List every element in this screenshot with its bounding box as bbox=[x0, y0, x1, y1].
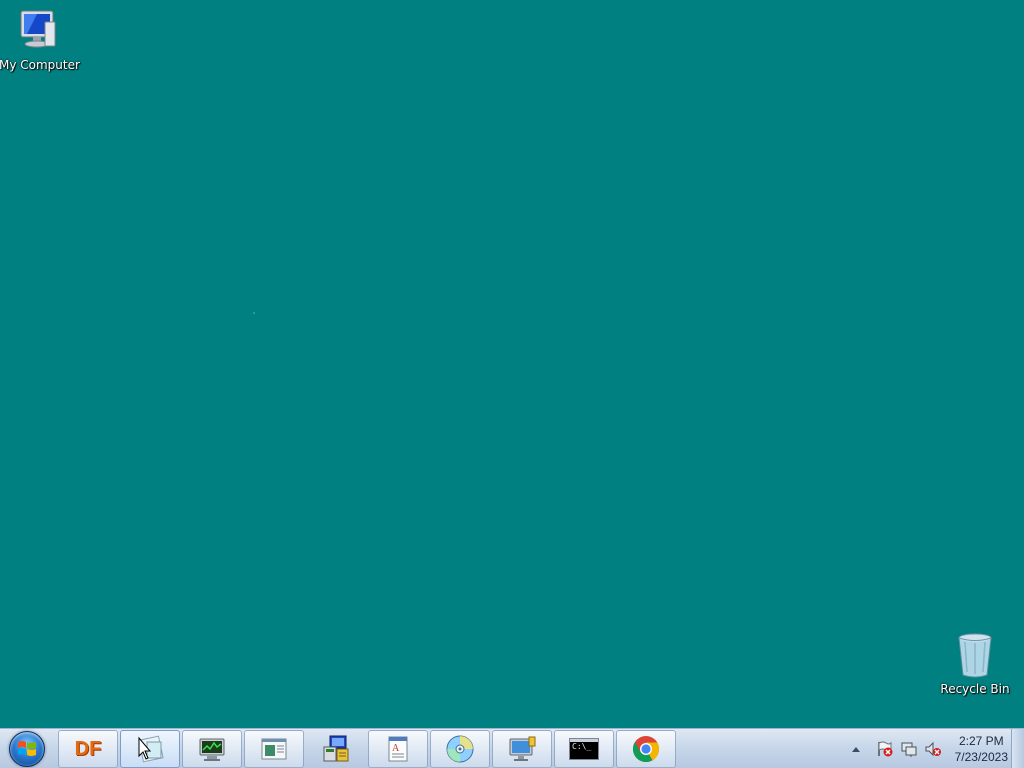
tray-volume[interactable] bbox=[924, 740, 942, 758]
taskbar-button-document-window[interactable] bbox=[244, 730, 304, 768]
windows-start-orb-icon bbox=[9, 731, 45, 767]
computer-icon bbox=[20, 10, 56, 48]
taskbar-button-media-disc[interactable] bbox=[430, 730, 490, 768]
df-app-icon: DF bbox=[74, 737, 102, 760]
start-button[interactable] bbox=[4, 730, 50, 768]
tray-action-center[interactable] bbox=[876, 740, 894, 758]
show-desktop-button[interactable] bbox=[1011, 729, 1024, 768]
taskbar-button-df[interactable]: DF bbox=[58, 730, 118, 768]
my-computer-label: My Computer bbox=[0, 58, 80, 72]
chrome-icon bbox=[632, 736, 660, 763]
cursor-app-icon bbox=[138, 735, 164, 763]
text-editor-icon: A bbox=[388, 736, 408, 762]
network-icon bbox=[901, 742, 917, 757]
document-window-icon bbox=[261, 738, 287, 760]
taskbar-button-cursor-app[interactable] bbox=[120, 730, 180, 768]
setup-installer-icon bbox=[323, 735, 349, 762]
taskbar: DF A C:\_ 2:27 PM 7/23/2023 bbox=[0, 728, 1024, 768]
taskbar-button-chrome[interactable] bbox=[616, 730, 676, 768]
taskbar-button-text-editor[interactable]: A bbox=[368, 730, 428, 768]
taskbar-buttons: DF A C:\_ bbox=[58, 730, 678, 768]
volume-muted-icon bbox=[925, 741, 941, 757]
taskbar-button-system-monitor[interactable] bbox=[182, 730, 242, 768]
clock-time: 2:27 PM bbox=[958, 734, 1004, 748]
system-monitor-icon bbox=[199, 738, 225, 761]
tray-network[interactable] bbox=[900, 740, 918, 758]
recycle-bin-label: Recycle Bin bbox=[940, 682, 1010, 696]
recycle-bin-icon bbox=[958, 633, 992, 678]
command-prompt-text: C:\_ bbox=[572, 742, 592, 751]
taskbar-clock[interactable]: 2:27 PM 7/23/2023 bbox=[955, 733, 1008, 765]
desktop-icon-my-computer[interactable]: My Computer bbox=[0, 8, 80, 72]
action-center-flag-icon bbox=[877, 741, 893, 757]
show-hidden-icons-arrow-icon bbox=[851, 746, 860, 752]
taskbar-button-network-computer[interactable] bbox=[492, 730, 552, 768]
taskbar-button-command-prompt[interactable]: C:\_ bbox=[554, 730, 614, 768]
show-hidden-icons-button[interactable] bbox=[851, 746, 870, 752]
network-computer-icon bbox=[509, 736, 536, 761]
command-prompt-icon: C:\_ bbox=[569, 738, 599, 760]
svg-text:A: A bbox=[392, 743, 400, 754]
desktop-artifact-dot bbox=[253, 312, 255, 314]
media-disc-icon bbox=[446, 735, 474, 763]
clock-date: 7/23/2023 bbox=[954, 750, 1008, 764]
desktop-icon-recycle-bin[interactable]: Recycle Bin bbox=[935, 632, 1015, 696]
system-tray: 2:27 PM 7/23/2023 bbox=[849, 729, 1012, 768]
taskbar-button-setup-installer[interactable] bbox=[306, 730, 366, 768]
